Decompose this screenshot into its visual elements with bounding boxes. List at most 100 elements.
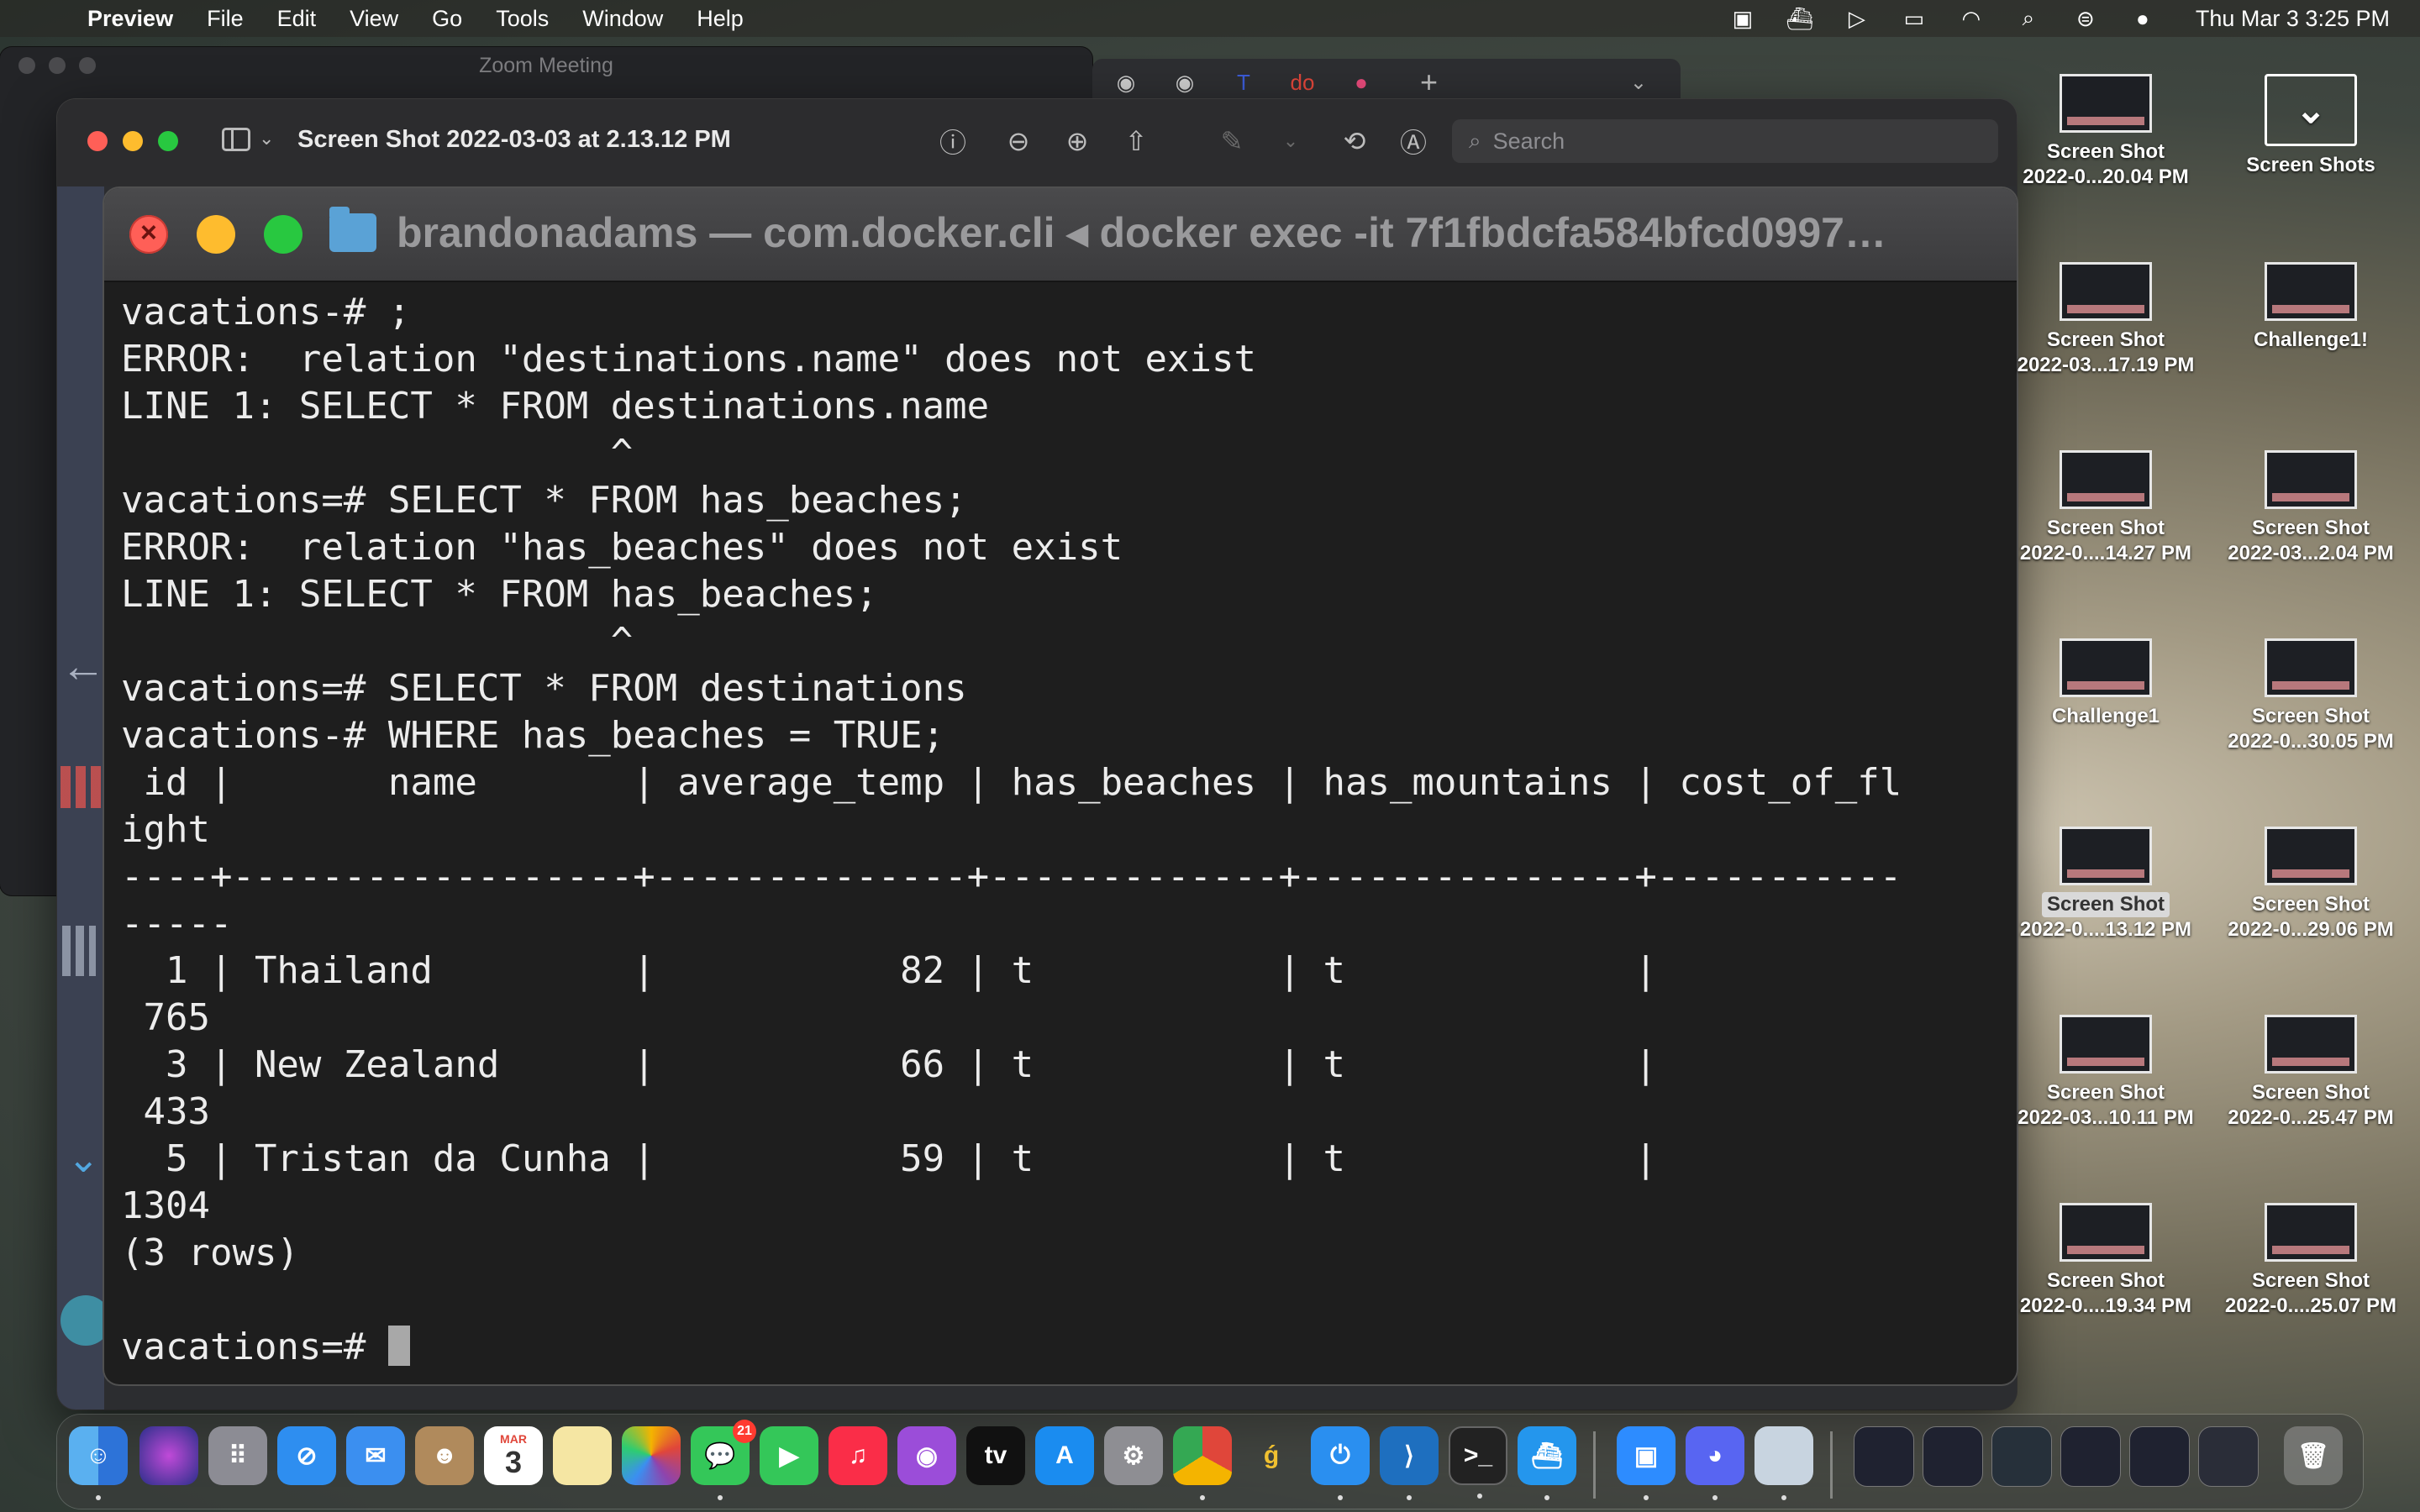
screenshot-thumbnail-icon — [2265, 1203, 2357, 1262]
desktop-icon-sublabel: 2022-0....13.12 PM — [2019, 918, 2192, 941]
color-grid-icon — [60, 766, 103, 808]
desktop-file-icon[interactable]: Screen Shot 2022-03...2.04 PM — [2210, 450, 2412, 566]
desktop-file-icon[interactable]: Screen Shot 2022-0....14.27 PM — [2005, 450, 2207, 566]
terminal-close-button — [129, 215, 168, 254]
facetime-icon[interactable]: ▶ — [760, 1426, 818, 1485]
desktop-file-icon-selected[interactable]: Screen Shot 2022-0....13.12 PM — [2005, 827, 2207, 942]
menu-clock[interactable]: Thu Mar 3 3:25 PM — [2196, 6, 2390, 32]
siri-icon[interactable] — [139, 1426, 198, 1485]
desktop-file-icon[interactable]: Screen Shot 2022-0...20.04 PM — [2005, 74, 2207, 190]
minimized-window-icon[interactable] — [1923, 1426, 1983, 1487]
notes-icon[interactable] — [553, 1426, 612, 1485]
rotate-icon[interactable]: ⟲ — [1336, 123, 1373, 160]
zoom-out-icon[interactable]: ⊖ — [1000, 123, 1037, 160]
menu-app-name[interactable]: Preview — [87, 6, 173, 32]
photos-icon[interactable] — [622, 1426, 681, 1485]
menu-window[interactable]: Window — [582, 6, 663, 32]
desktop-file-icon[interactable]: Screen Shot 2022-0...25.47 PM — [2210, 1015, 2412, 1131]
battery-icon[interactable]: ▭ — [1900, 6, 1928, 31]
control-center-icon[interactable]: ⊜ — [2071, 6, 2100, 31]
github-tab-icon[interactable]: ◉ — [1160, 66, 1210, 99]
calendar-day: 3 — [504, 1445, 523, 1479]
docker-tab-icon[interactable]: do — [1277, 66, 1328, 99]
finder-icon[interactable]: ☺ — [69, 1426, 128, 1500]
terminal-prompt-line: vacations=# — [121, 1324, 2008, 1371]
sidebar-chevron-icon[interactable]: ⌄ — [259, 128, 274, 150]
messages-icon[interactable]: 💬 21 — [691, 1420, 756, 1500]
preview-minimize-button[interactable] — [123, 131, 143, 151]
minimized-window-icon[interactable] — [1854, 1426, 1914, 1487]
desktop-file-icon[interactable]: Screen Shot 2022-03...17.19 PM — [2005, 262, 2207, 378]
calendar-icon[interactable]: MAR 3 — [484, 1426, 543, 1485]
folder-icon: ⌄ — [2265, 74, 2357, 146]
music-icon[interactable]: ♫ — [829, 1426, 887, 1485]
text-tab-icon[interactable]: T — [1218, 66, 1269, 99]
launchpad-icon[interactable]: ⠿ — [208, 1426, 267, 1485]
play-status-icon[interactable]: ▷ — [1843, 6, 1871, 31]
zoom-status-icon[interactable]: ▣ — [1728, 6, 1757, 31]
desktop-icon-label: Screen Shot — [2041, 892, 2170, 917]
menu-help[interactable]: Help — [697, 6, 744, 32]
desktop-icon-sublabel: 2022-0....14.27 PM — [2019, 542, 2192, 564]
desktop-icon-label: Screen Shot — [2251, 1081, 2370, 1104]
share-icon[interactable]: ⇧ — [1118, 123, 1155, 160]
desktop-file-icon[interactable]: Screen Shot 2022-0...30.05 PM — [2210, 638, 2412, 754]
desktop-file-icon[interactable]: Screen Shot 2022-03...10.11 PM — [2005, 1015, 2207, 1131]
desktop-icon-sublabel: 2022-0...30.05 PM — [2228, 730, 2394, 753]
new-tab-icon[interactable]: + — [1420, 65, 1438, 100]
preview-close-button[interactable] — [87, 131, 108, 151]
power-app-icon[interactable]: ⏻ — [1311, 1426, 1370, 1500]
mail-icon[interactable]: ✉ — [346, 1426, 405, 1485]
preview-fullscreen-button[interactable] — [158, 131, 178, 151]
terminal-icon[interactable]: >_ — [1449, 1426, 1507, 1499]
sidebar-toggle-icon[interactable] — [222, 128, 250, 151]
vscode-icon[interactable]: ⟩ — [1380, 1426, 1439, 1500]
markup-chevron-icon[interactable]: ⌄ — [1272, 123, 1309, 160]
contacts-icon[interactable]: ☻ — [415, 1426, 474, 1485]
desktop-file-icon[interactable]: Screen Shot 2022-0....25.07 PM — [2210, 1203, 2412, 1319]
app-store-icon[interactable]: A — [1035, 1426, 1094, 1485]
chrome-icon[interactable] — [1173, 1426, 1232, 1500]
desktop-file-icon[interactable]: Challenge1 — [2005, 638, 2207, 729]
system-preferences-icon[interactable]: ⚙ — [1104, 1426, 1163, 1485]
terminal-line: LINE 1: SELECT * FROM destinations.name — [121, 385, 990, 428]
preview-search-field[interactable]: ⌕ Search — [1452, 119, 1998, 163]
preview-icon[interactable] — [1754, 1426, 1813, 1500]
menu-tools[interactable]: Tools — [496, 6, 549, 32]
minimized-window-icon[interactable] — [2129, 1426, 2190, 1487]
minimized-window-icon[interactable] — [1991, 1426, 2052, 1487]
docker-icon[interactable]: ⛴ — [1518, 1426, 1576, 1500]
desktop-file-icon[interactable]: Screen Shot 2022-0...29.06 PM — [2210, 827, 2412, 942]
apple-tv-icon[interactable]: tv — [966, 1426, 1025, 1485]
podcasts-icon[interactable]: ◉ — [897, 1426, 956, 1485]
minimized-window-icon[interactable] — [2198, 1426, 2259, 1487]
terminal-line: LINE 1: SELECT * FROM has_beaches; — [121, 573, 878, 616]
desktop-file-icon[interactable]: Screen Shot 2022-0....19.34 PM — [2005, 1203, 2207, 1319]
discord-icon[interactable]: ◕ — [1686, 1426, 1744, 1500]
docker-status-icon[interactable]: ⛴ — [1786, 6, 1814, 31]
desktop-icon-label: Screen Shot — [2046, 1081, 2165, 1104]
desktop-folder-icon[interactable]: ⌄ Screen Shots — [2210, 74, 2412, 178]
menu-file[interactable]: File — [207, 6, 244, 32]
zoom-icon[interactable]: ▣ — [1617, 1426, 1676, 1500]
trash-icon[interactable]: 🗑 — [2284, 1426, 2343, 1485]
siri-icon[interactable]: ● — [2128, 6, 2157, 31]
info-icon[interactable]: ⓘ — [934, 123, 971, 160]
fork-app-icon[interactable]: ǵ — [1242, 1426, 1301, 1485]
tab-list-chevron-icon[interactable]: ⌄ — [1630, 71, 1647, 95]
desktop-file-icon[interactable]: Challenge1! — [2210, 262, 2412, 353]
menu-edit[interactable]: Edit — [277, 6, 317, 32]
spotlight-search-icon[interactable]: ⌕ — [2014, 5, 2043, 30]
wifi-icon[interactable]: ◠ — [1957, 6, 1986, 31]
zoom-in-icon[interactable]: ⊕ — [1059, 123, 1096, 160]
minimized-window-icon[interactable] — [2060, 1426, 2121, 1487]
markup-pen-icon[interactable]: ✎ — [1213, 123, 1250, 160]
safari-icon[interactable]: ⊘ — [277, 1426, 336, 1485]
menu-go[interactable]: Go — [432, 6, 462, 32]
markup-toolbar-icon[interactable]: Ⓐ — [1395, 123, 1432, 160]
media-tab-icon[interactable]: ● — [1336, 66, 1386, 99]
desktop-icon-label: Challenge1! — [2253, 328, 2369, 351]
github-tab-icon[interactable]: ◉ — [1101, 66, 1151, 99]
menu-view[interactable]: View — [350, 6, 398, 32]
